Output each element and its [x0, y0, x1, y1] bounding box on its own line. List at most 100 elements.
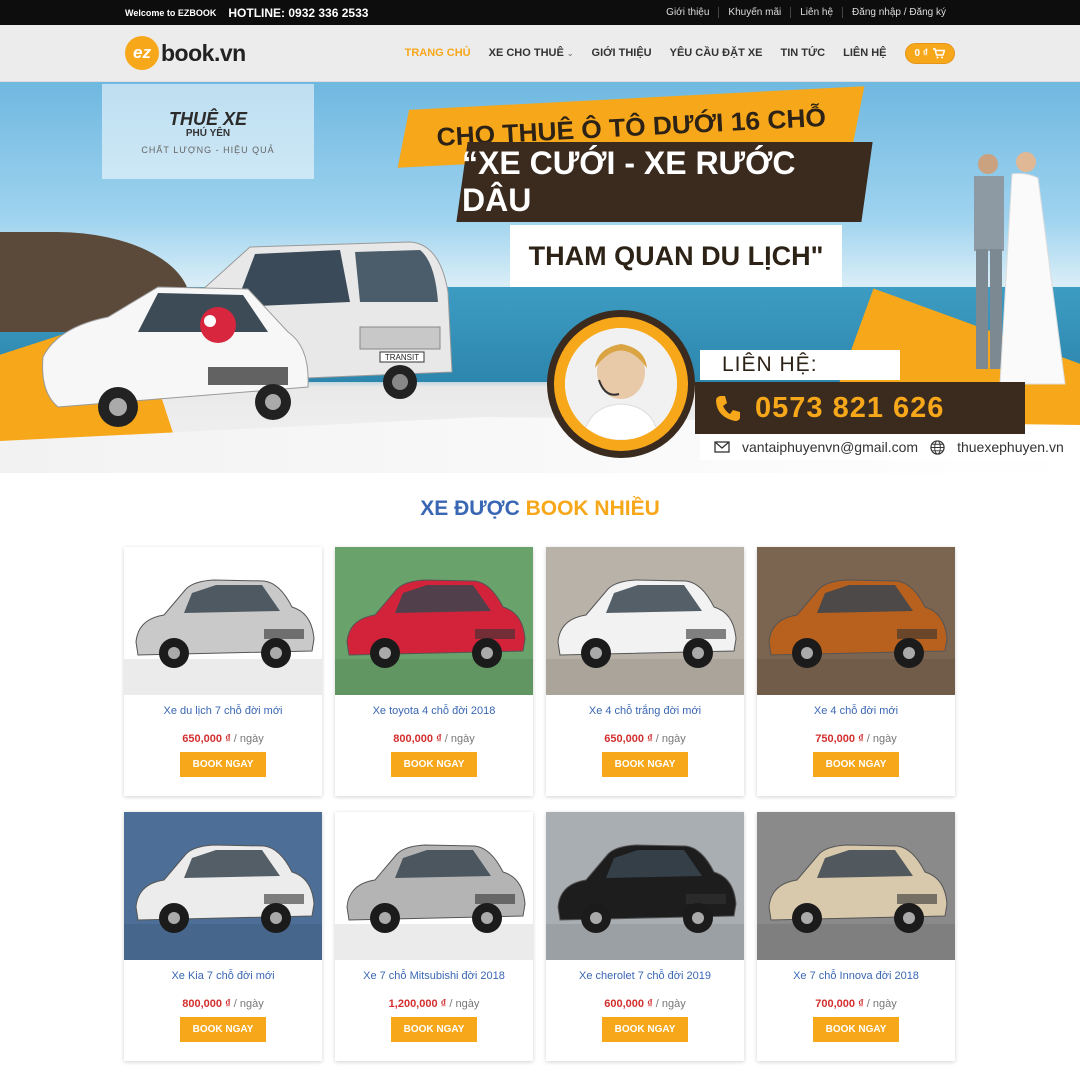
product-name[interactable]: Xe cherolet 7 chỗ đời 2019 [579, 970, 711, 982]
hero-banner[interactable]: THUÊ XE PHÚ YÊN CHẤT LƯỢNG - HIỆU QUẢ TR… [0, 82, 1080, 473]
car-image [124, 844, 322, 960]
site-logo[interactable]: ez book.vn [125, 36, 246, 70]
section-title: XE ĐƯỢC BOOK NHIỀU [0, 497, 1080, 521]
car-image [757, 579, 955, 695]
car-image [546, 579, 744, 695]
product-name[interactable]: Xe Kia 7 chỗ đời mới [171, 970, 274, 982]
nav-lien-he[interactable]: LIÊN HỆ [843, 47, 886, 59]
top-link-login[interactable]: Đăng nhập / Đăng ký [842, 7, 955, 18]
product-price-unit: / ngày [449, 998, 480, 1010]
product-image[interactable] [757, 547, 955, 695]
top-link-gioi-thieu[interactable]: Giới thiệu [657, 7, 718, 18]
top-link-khuyen-mai[interactable]: Khuyến mãi [718, 7, 790, 18]
contact-label-box: LIÊN HỆ: [700, 350, 900, 380]
product-name[interactable]: Xe 4 chỗ trắng đời mới [589, 705, 701, 717]
top-bar: Welcome to EZBOOK HOTLINE: 0932 336 2533… [0, 0, 1080, 25]
product-price: 1,200,000 ₫ [388, 998, 447, 1010]
product-image[interactable] [124, 812, 322, 960]
product-price: 750,000 ₫ [815, 733, 864, 745]
globe-icon [930, 439, 945, 455]
book-now-button[interactable]: BOOK NGAY [813, 1017, 899, 1042]
operator-image [565, 328, 677, 440]
mail-icon [714, 441, 730, 453]
banner-logo-title: THUÊ XE [168, 108, 247, 129]
book-now-button[interactable]: BOOK NGAY [180, 752, 266, 777]
product-name[interactable]: Xe 7 chỗ Mitsubishi đời 2018 [363, 970, 505, 982]
top-link-lien-he[interactable]: Liên hệ [790, 7, 842, 18]
wedding-car-image [42, 286, 309, 427]
product-price-line: 650,000 ₫ / ngày [182, 733, 264, 745]
product-name[interactable]: Xe du lịch 7 chỗ đời mới [164, 705, 283, 717]
logo-text: book.vn [161, 39, 246, 66]
contact-label: LIÊN HỆ: [722, 353, 818, 376]
product-card: Xe toyota 4 chỗ đời 2018 800,000 ₫ / ngà… [335, 547, 533, 796]
product-price-line: 1,200,000 ₫ / ngày [389, 998, 480, 1010]
operator-photo-frame [547, 310, 695, 458]
product-price: 700,000 ₫ [815, 998, 864, 1010]
product-price: 800,000 ₫ [182, 998, 231, 1010]
product-price-line: 650,000 ₫ / ngày [604, 733, 686, 745]
book-now-button[interactable]: BOOK NGAY [813, 752, 899, 777]
contact-email[interactable]: vantaiphuyenvn@gmail.com [742, 439, 918, 455]
product-price: 600,000 ₫ [604, 998, 653, 1010]
nav-gioi-thieu[interactable]: GIỚI THIỆU [592, 47, 652, 59]
product-name[interactable]: Xe 7 chỗ Innova đời 2018 [793, 970, 919, 982]
main-nav: TRANG CHỦ XE CHO THUÊ ⌄ GIỚI THIỆU YÊU CẦ… [405, 42, 955, 64]
product-image[interactable] [546, 812, 744, 960]
product-name[interactable]: Xe 4 chỗ đời mới [814, 705, 898, 717]
product-image[interactable] [335, 547, 533, 695]
product-card: Xe 4 chỗ đời mới 750,000 ₫ / ngày BOOK N… [757, 547, 955, 796]
product-card: Xe du lịch 7 chỗ đời mới 650,000 ₫ / ngà… [124, 547, 322, 796]
product-price-unit: / ngày [655, 998, 686, 1010]
product-price-line: 600,000 ₫ / ngày [604, 998, 686, 1010]
product-price-line: 800,000 ₫ / ngày [393, 733, 475, 745]
product-image[interactable] [757, 812, 955, 960]
contact-strip: vantaiphuyenvn@gmail.com thuexephuyen.vn [700, 434, 1072, 460]
cart-total: 0 ₫ [914, 47, 928, 59]
banner-headline-3: THAM QUAN DU LỊCH" [510, 225, 842, 287]
nav-xe-cho-thue[interactable]: XE CHO THUÊ ⌄ [489, 47, 574, 59]
product-card: Xe 7 chỗ Mitsubishi đời 2018 1,200,000 ₫… [335, 812, 533, 1061]
product-image[interactable] [546, 547, 744, 695]
product-price-unit: / ngày [233, 998, 264, 1010]
car-image [124, 579, 322, 695]
section-title-part1: XE ĐƯỢC [420, 497, 520, 520]
product-image[interactable] [124, 547, 322, 695]
cart-button[interactable]: 0 ₫ [904, 42, 955, 64]
logo-mark: ez [125, 36, 159, 70]
product-price-unit: / ngày [866, 733, 897, 745]
banner-logo-tagline: CHẤT LƯỢNG - HIỆU QUẢ [141, 144, 275, 155]
product-price-unit: / ngày [444, 733, 475, 745]
product-price-line: 800,000 ₫ / ngày [182, 998, 264, 1010]
book-now-button[interactable]: BOOK NGAY [602, 1017, 688, 1042]
cart-icon [933, 47, 945, 58]
welcome-text: Welcome to EZBOOK [125, 7, 217, 18]
main-header: ez book.vn TRANG CHỦ XE CHO THUÊ ⌄ GIỚI T… [0, 25, 1080, 82]
book-now-button[interactable]: BOOK NGAY [391, 1017, 477, 1042]
product-name[interactable]: Xe toyota 4 chỗ đời 2018 [373, 705, 496, 717]
car-image [757, 844, 955, 960]
product-card: Xe 4 chỗ trắng đời mới 650,000 ₫ / ngày … [546, 547, 744, 796]
product-price-unit: / ngày [866, 998, 897, 1010]
car-image [335, 844, 533, 960]
banner-logo-subtitle: PHÚ YÊN [185, 127, 231, 139]
product-price-unit: / ngày [233, 733, 264, 745]
nav-yeu-cau-dat-xe[interactable]: YÊU CẦU ĐẶT XE [670, 47, 763, 59]
book-now-button[interactable]: BOOK NGAY [180, 1017, 266, 1042]
contact-phone: 0573 821 626 [755, 391, 945, 424]
section-title-part2: BOOK NHIỀU [525, 497, 660, 520]
product-price: 800,000 ₫ [393, 733, 442, 745]
hotline-text: HOTLINE: 0932 336 2533 [228, 5, 369, 20]
product-price-line: 750,000 ₫ / ngày [815, 733, 897, 745]
car-image [546, 844, 744, 960]
top-bar-left: Welcome to EZBOOK HOTLINE: 0932 336 2533 [125, 6, 368, 20]
book-now-button[interactable]: BOOK NGAY [602, 752, 688, 777]
contact-phone-box[interactable]: 0573 821 626 [695, 382, 1025, 434]
nav-trang-chu[interactable]: TRANG CHỦ [405, 47, 471, 59]
nav-tin-tuc[interactable]: TIN TỨC [781, 47, 826, 59]
product-image[interactable] [335, 812, 533, 960]
book-now-button[interactable]: BOOK NGAY [391, 752, 477, 777]
phone-icon [716, 396, 740, 421]
contact-website[interactable]: thuexephuyen.vn [957, 439, 1064, 455]
product-card: Xe cherolet 7 chỗ đời 2019 600,000 ₫ / n… [546, 812, 744, 1061]
